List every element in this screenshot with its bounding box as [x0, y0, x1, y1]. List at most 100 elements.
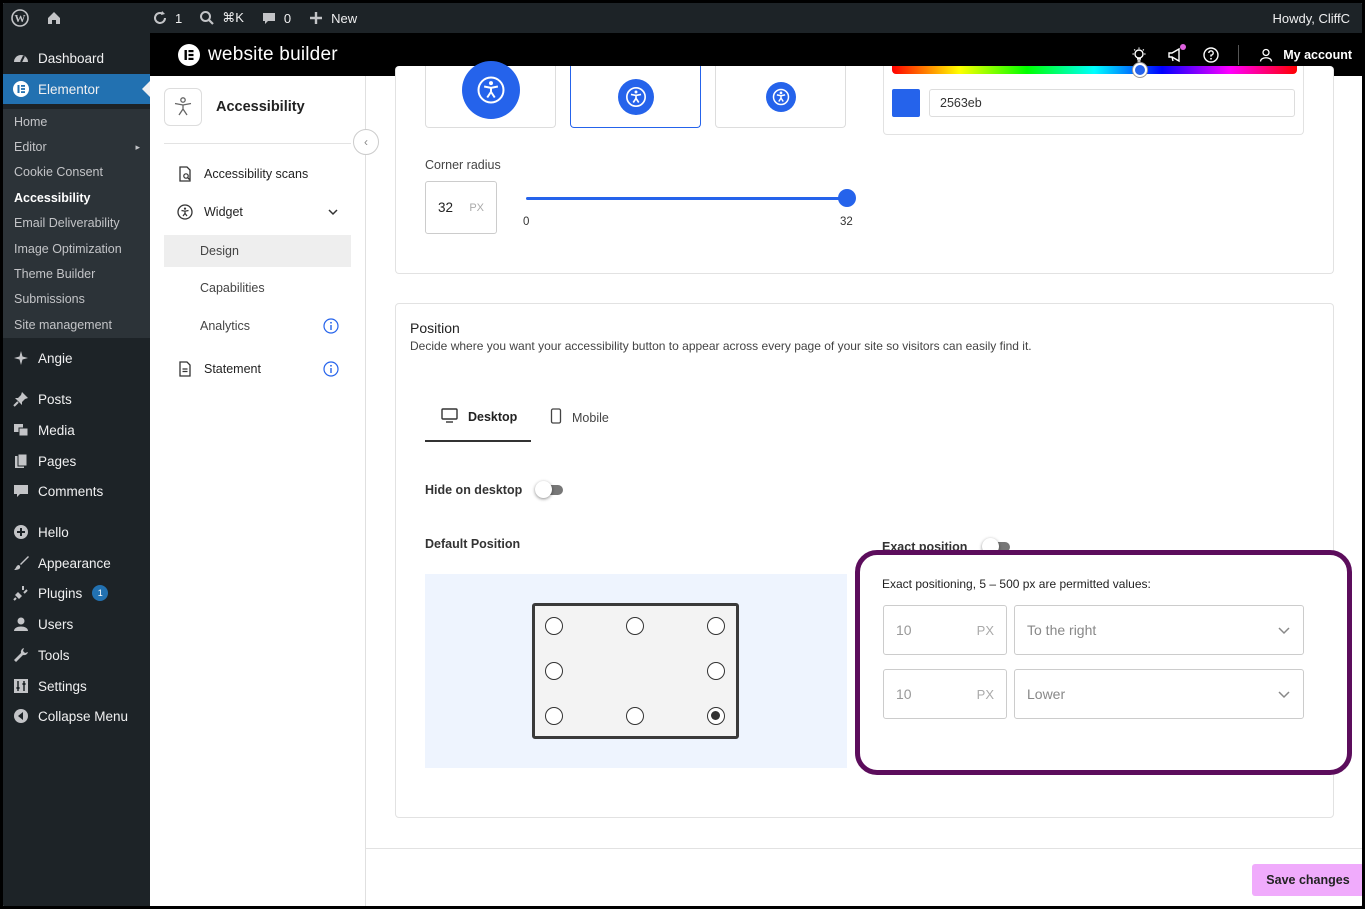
nav-design-label: Design [200, 244, 239, 258]
submenu-theme-builder[interactable]: Theme Builder [3, 261, 150, 286]
menu-appearance[interactable]: Appearance [3, 548, 150, 578]
menu-elementor[interactable]: Elementor [3, 74, 150, 104]
plus-icon [307, 9, 325, 27]
menu-angie[interactable]: Angie [3, 343, 150, 373]
icon-size-small-option[interactable] [715, 66, 846, 128]
admin-bar: W 1 ⌘K 0 New Howdy, CliffC [3, 3, 1362, 33]
menu-settings[interactable]: Settings [3, 671, 150, 701]
accessibility-small-icon [765, 81, 796, 112]
hue-slider[interactable] [892, 66, 1297, 74]
menu-tools[interactable]: Tools [3, 640, 150, 670]
home-icon [45, 9, 63, 27]
updates-button[interactable]: 1 [143, 3, 190, 33]
save-changes-button[interactable]: Save changes [1252, 864, 1362, 896]
plugins-update-badge: 1 [92, 585, 109, 601]
user-greeting[interactable]: Howdy, CliffC [1264, 3, 1362, 33]
my-account-label: My account [1283, 47, 1352, 62]
header-divider [1238, 44, 1240, 65]
nav-analytics[interactable]: Analytics [164, 310, 351, 342]
color-swatch [892, 89, 920, 117]
new-content-button[interactable]: New [299, 3, 365, 33]
default-position-label: Default Position [425, 537, 521, 551]
wordpress-icon: W [11, 9, 29, 27]
desktop-monitor-icon [441, 408, 458, 426]
exact-position-note: Exact positioning, 5 – 500 px are permit… [882, 577, 1151, 591]
collapse-menu-button[interactable]: Collapse Menu [3, 701, 150, 731]
nav-accessibility-scans[interactable]: Accessibility scans [164, 158, 351, 190]
position-radio-middle-right[interactable] [707, 662, 725, 680]
elementor-submenu: Home Editor ▸ Cookie Consent Accessibili… [3, 109, 150, 338]
menu-posts-label: Posts [38, 391, 72, 407]
nav-statement[interactable]: Statement [164, 353, 351, 385]
icon-size-medium-option[interactable] [570, 66, 701, 128]
vertical-direction-select[interactable]: Lower [1014, 669, 1304, 719]
position-radio-top-right[interactable] [707, 617, 725, 635]
search-shortcut-button[interactable]: ⌘K [190, 3, 252, 33]
tab-desktop[interactable]: Desktop [441, 408, 517, 426]
active-menu-arrow [142, 81, 150, 97]
menu-users[interactable]: Users [3, 609, 150, 639]
hue-slider-thumb[interactable] [1133, 63, 1147, 77]
mobile-phone-icon [550, 408, 562, 427]
corner-radius-slider-thumb[interactable] [838, 189, 856, 207]
hide-on-desktop-toggle[interactable] [535, 481, 563, 498]
menu-dashboard[interactable]: Dashboard [3, 43, 150, 73]
notification-dot [1180, 43, 1187, 50]
megaphone-icon[interactable] [1166, 43, 1187, 64]
submenu-home[interactable]: Home [3, 109, 150, 134]
menu-appearance-label: Appearance [38, 555, 111, 571]
header-actions: My account [1130, 43, 1362, 65]
comments-button[interactable]: 0 [252, 3, 299, 33]
position-radio-bottom-right[interactable] [707, 707, 725, 725]
brand-name: website builder [208, 43, 338, 65]
menu-plugins[interactable]: Plugins 1 [3, 578, 150, 608]
horizontal-offset-input[interactable]: 10 PX [883, 605, 1007, 655]
search-shortcut: ⌘K [222, 10, 244, 25]
submenu-cookie-consent[interactable]: Cookie Consent [3, 160, 150, 185]
search-icon [198, 9, 216, 27]
submenu-site-management[interactable]: Site management [3, 312, 150, 337]
position-radio-top-left[interactable] [545, 617, 563, 635]
menu-dashboard-label: Dashboard [38, 50, 105, 66]
position-radio-bottom-left[interactable] [545, 707, 563, 725]
submenu-email-deliverability[interactable]: Email Deliverability [3, 211, 150, 236]
nav-widget[interactable]: Widget [164, 196, 351, 228]
scan-document-icon [176, 165, 194, 183]
submenu-accessibility[interactable]: Accessibility [3, 185, 150, 210]
position-radio-middle-left[interactable] [545, 662, 563, 680]
position-radio-bottom-center[interactable] [626, 707, 644, 725]
settings-sliders-icon [12, 677, 30, 695]
corner-radius-slider[interactable] [526, 197, 848, 200]
wp-logo-button[interactable]: W [3, 3, 37, 33]
menu-posts[interactable]: Posts [3, 384, 150, 414]
nav-capabilities[interactable]: Capabilities [164, 272, 351, 304]
main-content: 2563eb Corner radius 32 PX 0 32 Position… [366, 60, 1362, 906]
site-home-button[interactable] [37, 3, 71, 33]
accessibility-large-icon [461, 60, 520, 119]
updates-count: 1 [175, 10, 183, 26]
submenu-submissions[interactable]: Submissions [3, 287, 150, 312]
icon-size-large-option[interactable] [425, 60, 556, 128]
plugin-title: Accessibility [164, 88, 305, 126]
menu-pages[interactable]: Pages [3, 446, 150, 476]
submenu-editor[interactable]: Editor ▸ [3, 134, 150, 159]
collapse-nav-button[interactable]: ‹ [353, 129, 379, 155]
menu-hello[interactable]: Hello [3, 517, 150, 547]
horizontal-direction-select[interactable]: To the right [1014, 605, 1304, 655]
submenu-image-optimization[interactable]: Image Optimization [3, 236, 150, 261]
hex-color-input[interactable]: 2563eb [929, 89, 1295, 117]
info-icon[interactable] [323, 318, 339, 334]
menu-comments[interactable]: Comments [3, 476, 150, 506]
tab-desktop-label: Desktop [468, 410, 518, 424]
menu-media[interactable]: Media [3, 415, 150, 445]
help-icon[interactable] [1202, 46, 1220, 64]
corner-radius-input[interactable]: 32 PX [425, 181, 497, 234]
my-account-button[interactable]: My account [1257, 46, 1352, 64]
vertical-offset-input[interactable]: 10 PX [883, 669, 1007, 719]
nav-design[interactable]: Design [164, 235, 351, 267]
position-radio-top-center[interactable] [626, 617, 644, 635]
info-icon[interactable] [323, 361, 339, 377]
accessibility-plugin-nav: Accessibility ‹ Accessibility scans Widg… [150, 76, 379, 906]
lightbulb-icon[interactable] [1130, 46, 1148, 64]
tab-mobile[interactable]: Mobile [550, 408, 609, 427]
